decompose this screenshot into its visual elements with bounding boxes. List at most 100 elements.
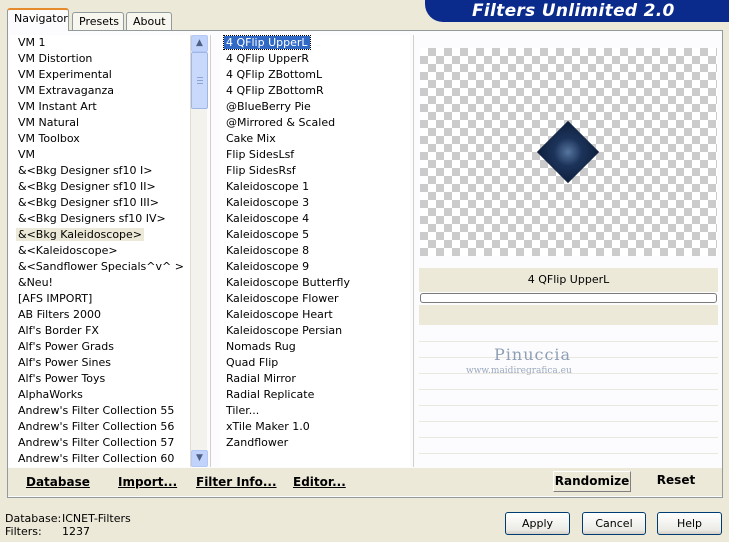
filter-item[interactable]: Kaleidoscope 5 bbox=[220, 227, 410, 243]
filter-item-label: Kaleidoscope Persian bbox=[226, 324, 343, 337]
filter-item-label: Kaleidoscope 3 bbox=[226, 196, 310, 209]
filter-item-label: Quad Flip bbox=[226, 356, 279, 369]
filter-item[interactable]: 4 QFlip UpperL bbox=[220, 35, 410, 51]
category-item[interactable]: VM 1 bbox=[10, 35, 190, 51]
filter-item[interactable]: Radial Mirror bbox=[220, 371, 410, 387]
filter-item[interactable]: 4 QFlip UpperR bbox=[220, 51, 410, 67]
filter-item[interactable]: Kaleidoscope Persian bbox=[220, 323, 410, 339]
filter-item[interactable]: Kaleidoscope 3 bbox=[220, 195, 410, 211]
filter-item-label: 4 QFlip ZBottomL bbox=[226, 68, 323, 81]
filter-item[interactable]: Kaleidoscope 4 bbox=[220, 211, 410, 227]
category-item[interactable]: VM Instant Art bbox=[10, 99, 190, 115]
preview-canvas[interactable] bbox=[420, 48, 717, 256]
category-item[interactable]: &<Bkg Designer sf10 II> bbox=[10, 179, 190, 195]
help-button[interactable]: Help bbox=[657, 512, 722, 535]
tab-navigator[interactable]: Navigator bbox=[7, 8, 69, 31]
filter-item[interactable]: 4 QFlip ZBottomR bbox=[220, 83, 410, 99]
filter-item-label: 4 QFlip ZBottomR bbox=[226, 84, 324, 97]
database-button[interactable]: Database bbox=[26, 472, 90, 492]
category-item[interactable]: Andrew's Filter Collection 60 bbox=[10, 451, 190, 467]
category-item[interactable]: &<Kaleidoscope> bbox=[10, 243, 190, 259]
apply-button[interactable]: Apply bbox=[505, 512, 570, 535]
filters-label: Filters: bbox=[5, 525, 42, 538]
category-item[interactable]: Alf's Power Sines bbox=[10, 355, 190, 371]
category-item[interactable]: VM Extravaganza bbox=[10, 83, 190, 99]
category-item[interactable]: &<Bkg Designer sf10 III> bbox=[10, 195, 190, 211]
filter-item[interactable]: Kaleidoscope Heart bbox=[220, 307, 410, 323]
filter-item[interactable]: @BlueBerry Pie bbox=[220, 99, 410, 115]
category-item-label: &<Kaleidoscope> bbox=[18, 244, 118, 257]
filter-item[interactable]: Kaleidoscope 8 bbox=[220, 243, 410, 259]
category-item[interactable]: AlphaWorks bbox=[10, 387, 190, 403]
list-divider bbox=[210, 35, 211, 467]
filter-item[interactable]: Zandflower bbox=[220, 435, 410, 451]
category-item[interactable]: VM Toolbox bbox=[10, 131, 190, 147]
category-item[interactable]: &<Bkg Designers sf10 IV> bbox=[10, 211, 190, 227]
filter-item[interactable]: Tiler... bbox=[220, 403, 410, 419]
tab-about[interactable]: About bbox=[126, 12, 172, 31]
filter-item[interactable]: @Mirrored & Scaled bbox=[220, 115, 410, 131]
category-item[interactable]: &Neu! bbox=[10, 275, 190, 291]
scroll-thumb[interactable] bbox=[191, 52, 208, 109]
scroll-up-arrow-icon[interactable]: ▲ bbox=[191, 35, 208, 52]
category-item-label: Alf's Power Grads bbox=[18, 340, 114, 353]
filter-list[interactable]: 4 QFlip UpperL 4 QFlip UpperR 4 QFlip ZBot… bbox=[220, 35, 410, 467]
category-item[interactable]: Andrew's Filter Collection 57 bbox=[10, 435, 190, 451]
filter-item-label: @BlueBerry Pie bbox=[226, 100, 311, 113]
category-item-label: &<Sandflower Specials^v^ > bbox=[18, 260, 184, 273]
filter-item-label: Kaleidoscope 8 bbox=[226, 244, 310, 257]
category-item[interactable]: Alf's Power Toys bbox=[10, 371, 190, 387]
randomize-button[interactable]: Randomize bbox=[553, 471, 631, 492]
scroll-down-arrow-icon[interactable]: ▼ bbox=[191, 450, 208, 467]
filter-item-label: Kaleidoscope Heart bbox=[226, 308, 333, 321]
category-scrollbar[interactable]: ▲ ▼ bbox=[190, 35, 208, 467]
category-item-label: &<Bkg Designer sf10 III> bbox=[18, 196, 160, 209]
filter-info-button[interactable]: Filter Info... bbox=[196, 472, 277, 492]
category-item-label: VM bbox=[18, 148, 36, 161]
category-item[interactable]: Andrew's Filter Collection 55 bbox=[10, 403, 190, 419]
filter-item[interactable]: Flip SidesLsf bbox=[220, 147, 410, 163]
category-item[interactable]: VM Natural bbox=[10, 115, 190, 131]
category-item[interactable]: &<Bkg Designer sf10 I> bbox=[10, 163, 190, 179]
watermark-name: Pinuccia bbox=[494, 345, 572, 364]
category-item[interactable]: &<Sandflower Specials^v^ > bbox=[10, 259, 190, 275]
import-button[interactable]: Import... bbox=[118, 472, 177, 492]
filter-item[interactable]: Flip SidesRsf bbox=[220, 163, 410, 179]
category-item[interactable]: Alf's Border FX bbox=[10, 323, 190, 339]
filter-item[interactable]: Radial Replicate bbox=[220, 387, 410, 403]
category-item[interactable]: Andrew's Filter Collection 56 bbox=[10, 419, 190, 435]
filter-item-label: Cake Mix bbox=[226, 132, 276, 145]
filter-item-label: Radial Replicate bbox=[226, 388, 315, 401]
category-item-label: VM Toolbox bbox=[18, 132, 80, 145]
cancel-button[interactable]: Cancel bbox=[582, 512, 646, 535]
category-item[interactable]: &<Bkg Kaleidoscope> bbox=[10, 227, 190, 243]
category-item[interactable]: AB Filters 2000 bbox=[10, 307, 190, 323]
category-item[interactable]: VM bbox=[10, 147, 190, 163]
filter-item[interactable]: Kaleidoscope Flower bbox=[220, 291, 410, 307]
filter-item[interactable]: Kaleidoscope 1 bbox=[220, 179, 410, 195]
filter-item[interactable]: xTile Maker 1.0 bbox=[220, 419, 410, 435]
filter-item[interactable]: 4 QFlip ZBottomL bbox=[220, 67, 410, 83]
editor-button[interactable]: Editor... bbox=[293, 472, 346, 492]
filter-item[interactable]: Nomads Rug bbox=[220, 339, 410, 355]
category-list[interactable]: VM 1 VM Distortion VM Experimental VM Extra… bbox=[10, 35, 190, 467]
category-item-label: VM Instant Art bbox=[18, 100, 97, 113]
category-item-label: Alf's Power Sines bbox=[18, 356, 111, 369]
category-item[interactable]: Alf's Power Grads bbox=[10, 339, 190, 355]
category-item[interactable]: VM Distortion bbox=[10, 51, 190, 67]
category-item[interactable]: VM Experimental bbox=[10, 67, 190, 83]
filter-item[interactable]: Kaleidoscope Butterfly bbox=[220, 275, 410, 291]
category-item-label: VM Experimental bbox=[18, 68, 112, 81]
filter-item-label: Kaleidoscope 4 bbox=[226, 212, 310, 225]
category-item[interactable]: [AFS IMPORT] bbox=[10, 291, 190, 307]
filter-item-label: Kaleidoscope Butterfly bbox=[226, 276, 350, 289]
filter-item[interactable]: Quad Flip bbox=[220, 355, 410, 371]
reset-button[interactable]: Reset bbox=[650, 471, 702, 492]
filter-item-label: Kaleidoscope 1 bbox=[226, 180, 310, 193]
category-item-label: Alf's Power Toys bbox=[18, 372, 106, 385]
filter-item-label: Kaleidoscope Flower bbox=[226, 292, 339, 305]
filter-item[interactable]: Kaleidoscope 9 bbox=[220, 259, 410, 275]
filter-item[interactable]: Cake Mix bbox=[220, 131, 410, 147]
category-item-label: AB Filters 2000 bbox=[18, 308, 102, 321]
tab-presets[interactable]: Presets bbox=[72, 12, 124, 31]
